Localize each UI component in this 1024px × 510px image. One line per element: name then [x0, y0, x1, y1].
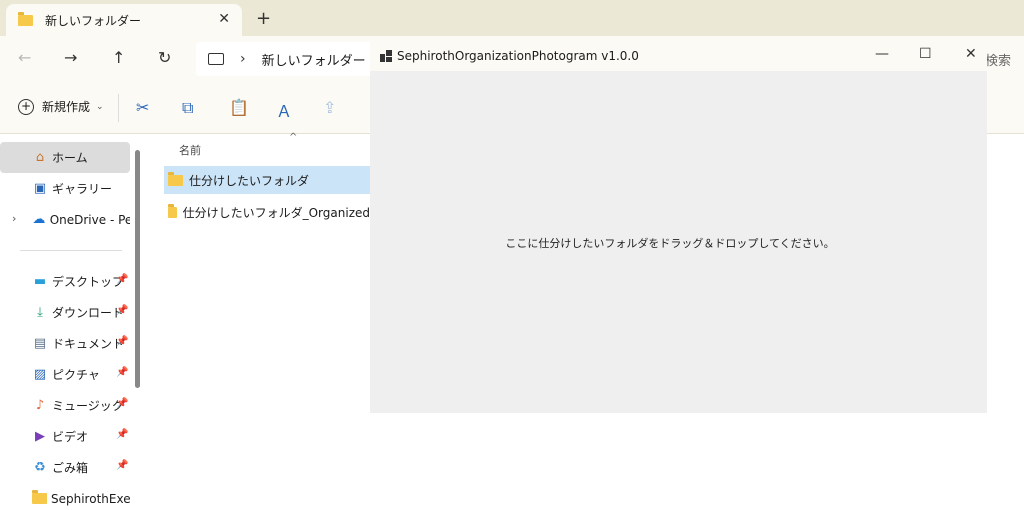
tab-close-icon[interactable]: ✕ — [218, 11, 230, 27]
expand-chevron-icon[interactable]: › — [12, 212, 16, 225]
tab-bar: 新しいフォルダー ✕ + — [0, 0, 1024, 36]
pin-icon[interactable]: 📌 — [116, 305, 128, 316]
sort-ascending-icon: ^ — [289, 132, 298, 143]
app-window: SephirothOrganizationPhotogram v1.0.0 — … — [370, 40, 987, 413]
new-button[interactable]: + 新規作成 ⌄ — [18, 98, 104, 115]
close-icon[interactable]: ✕ — [965, 46, 977, 62]
sidebar-item-pictures[interactable]: ▨ ピクチャ 📌 — [0, 359, 130, 390]
video-icon: ▶ — [35, 429, 45, 444]
file-name: 仕分けしたいフォルダ_Organized — [182, 205, 370, 220]
sidebar-item-label: ビデオ — [52, 430, 89, 444]
sidebar-item-desktop[interactable]: ▬ デスクトップ 📌 — [0, 266, 130, 297]
forward-arrow-icon[interactable]: → — [64, 48, 77, 67]
picture-icon: ▨ — [33, 367, 47, 382]
sidebar-scrollbar[interactable] — [135, 150, 140, 388]
minimize-icon[interactable]: — — [875, 46, 889, 62]
document-icon: ▤ — [33, 336, 47, 351]
app-title: SephirothOrganizationPhotogram v1.0.0 — [397, 49, 639, 63]
new-tab-button[interactable]: + — [256, 8, 271, 29]
sidebar-item-label: ドキュメント — [52, 337, 125, 351]
folder-icon — [18, 11, 33, 26]
sidebar-item-gallery[interactable]: ▣ ギャラリー — [0, 173, 130, 204]
refresh-icon[interactable]: ↻ — [158, 48, 171, 67]
folder-icon — [168, 171, 183, 186]
rename-icon[interactable]: Ａ — [276, 98, 292, 122]
maximize-icon[interactable]: ☐ — [919, 46, 932, 62]
folder-icon-wrapper — [32, 490, 47, 507]
copy-icon[interactable]: ⧉ — [182, 98, 193, 118]
download-icon: ⤓ — [37, 305, 43, 320]
tab-title: 新しいフォルダー — [45, 13, 142, 28]
app-logo-icon — [380, 50, 392, 62]
music-icon: ♪ — [35, 398, 45, 413]
sidebar-item-label: ごみ箱 — [52, 461, 89, 475]
desktop-icon: ▬ — [33, 274, 47, 289]
drop-zone-message[interactable]: ここに仕分けしたいフォルダをドラッグ＆ドロップしてください。 — [370, 235, 970, 251]
sidebar-item-documents[interactable]: ▤ ドキュメント 📌 — [0, 328, 130, 359]
pin-icon[interactable]: 📌 — [116, 429, 128, 440]
pin-icon[interactable]: 📌 — [116, 274, 128, 285]
pin-icon[interactable]: 📌 — [116, 367, 128, 378]
paste-icon[interactable]: 📋 — [229, 98, 249, 117]
sidebar-divider — [20, 250, 122, 251]
sidebar-item-recycle-bin[interactable]: ♻ ごみ箱 📌 — [0, 452, 130, 483]
column-header-name[interactable]: 名前 — [179, 142, 201, 158]
gallery-icon: ▣ — [33, 181, 47, 196]
sidebar-item-label: ピクチャ — [52, 368, 100, 382]
breadcrumb-current-folder[interactable]: 新しいフォルダー — [262, 50, 366, 69]
cut-icon[interactable]: ✂ — [136, 98, 149, 117]
app-title-bar[interactable]: SephirothOrganizationPhotogram v1.0.0 — … — [370, 40, 987, 71]
sidebar-item-videos[interactable]: ▶ ビデオ 📌 — [0, 421, 130, 452]
sidebar-item-music[interactable]: ♪ ミュージック 📌 — [0, 390, 130, 421]
file-list: ^ 名前 仕分けしたいフォルダ 仕分けしたいフォルダ_Organized — [146, 132, 370, 510]
toolbar-divider — [118, 94, 119, 122]
sidebar-item-label: ダウンロード — [52, 306, 125, 320]
sidebar-item-label: デスクトップ — [52, 275, 125, 289]
back-arrow-icon[interactable]: ← — [18, 48, 31, 67]
sidebar-item-onedrive[interactable]: › ☁ OneDrive - Pers — [0, 204, 130, 235]
search-input[interactable]: 検索 — [985, 50, 1011, 69]
new-button-label: 新規作成 — [42, 100, 91, 114]
pin-icon[interactable]: 📌 — [116, 398, 128, 409]
explorer-tab[interactable]: 新しいフォルダー ✕ — [6, 4, 242, 36]
sidebar-item-label: ギャラリー — [52, 182, 113, 196]
folder-icon — [168, 203, 177, 218]
file-row[interactable]: 仕分けしたいフォルダ_Organized — [164, 198, 370, 226]
file-name: 仕分けしたいフォルダ — [189, 173, 310, 188]
sidebar-item-home[interactable]: ⌂ ホーム — [0, 142, 130, 173]
recycle-bin-icon: ♻ — [34, 460, 46, 475]
cloud-icon: ☁ — [32, 212, 46, 227]
folder-icon — [32, 490, 47, 504]
sidebar-item-sephiroth-folder[interactable]: SephirothExecN — [0, 483, 130, 510]
pin-icon[interactable]: 📌 — [116, 460, 128, 471]
breadcrumb-chevron-icon[interactable]: › — [240, 51, 246, 67]
sidebar-item-label: SephirothExecN — [51, 491, 130, 506]
pin-icon[interactable]: 📌 — [116, 336, 128, 347]
home-icon: ⌂ — [35, 150, 45, 165]
file-row[interactable]: 仕分けしたいフォルダ — [164, 166, 370, 194]
sidebar-item-label: OneDrive - Pers — [49, 212, 130, 227]
plus-circle-icon: + — [18, 98, 34, 115]
up-arrow-icon[interactable]: ↑ — [112, 48, 125, 67]
chevron-down-icon: ⌄ — [96, 101, 104, 112]
sidebar-item-label: ミュージック — [52, 399, 124, 413]
share-icon[interactable]: ⇪ — [323, 98, 336, 117]
this-pc-icon — [208, 53, 224, 65]
sidebar-item-downloads[interactable]: ⤓ ダウンロード 📌 — [0, 297, 130, 328]
navigation-pane: ⌂ ホーム ▣ ギャラリー › ☁ OneDrive - Pers ▬ デスクト… — [0, 135, 146, 510]
sidebar-item-label: ホーム — [52, 151, 88, 165]
